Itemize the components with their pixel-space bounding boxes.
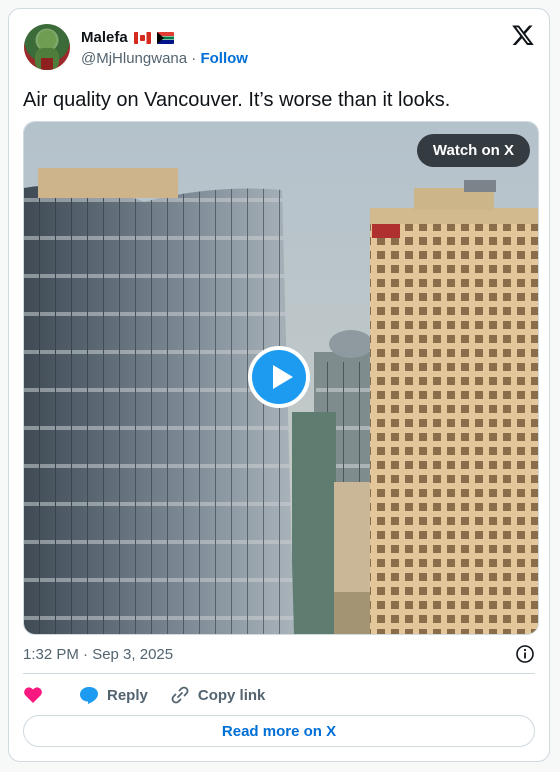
embedded-tweet-card: Malefa @MjHlungwana · Follow Air quality…: [8, 8, 550, 762]
info-icon[interactable]: [515, 644, 535, 664]
tweet-timestamp[interactable]: 1:32 PM · Sep 3, 2025: [23, 646, 173, 663]
separator-dot: ·: [191, 50, 197, 67]
watch-on-x-button[interactable]: Watch on X: [416, 134, 530, 167]
author-name[interactable]: Malefa: [81, 29, 128, 46]
author-handle[interactable]: @MjHlungwana: [81, 50, 187, 67]
like-button[interactable]: [23, 686, 43, 704]
author-handle-row: @MjHlungwana · Follow: [81, 50, 248, 67]
south-africa-flag-icon: [156, 31, 174, 44]
action-bar: Reply Copy link: [23, 685, 287, 705]
reply-icon: [80, 687, 98, 704]
video-media[interactable]: Watch on X: [23, 121, 539, 635]
follow-link[interactable]: Follow: [200, 50, 248, 67]
copy-link-button[interactable]: Copy link: [170, 685, 266, 705]
read-more-button[interactable]: Read more on X: [23, 715, 535, 747]
copy-link-label: Copy link: [197, 686, 266, 704]
avatar[interactable]: [24, 24, 70, 70]
tweet-text: Air quality on Vancouver. It’s worse tha…: [23, 89, 451, 111]
reply-button[interactable]: Reply: [79, 686, 148, 704]
play-icon[interactable]: [248, 346, 310, 408]
author-name-row[interactable]: Malefa: [81, 29, 174, 46]
heart-icon: [24, 687, 42, 703]
x-logo-icon[interactable]: [511, 23, 535, 47]
divider: [23, 673, 535, 674]
avatar-image: [35, 30, 59, 70]
canada-flag-icon: [133, 31, 151, 44]
reply-label: Reply: [107, 686, 148, 704]
link-icon: [171, 686, 189, 704]
